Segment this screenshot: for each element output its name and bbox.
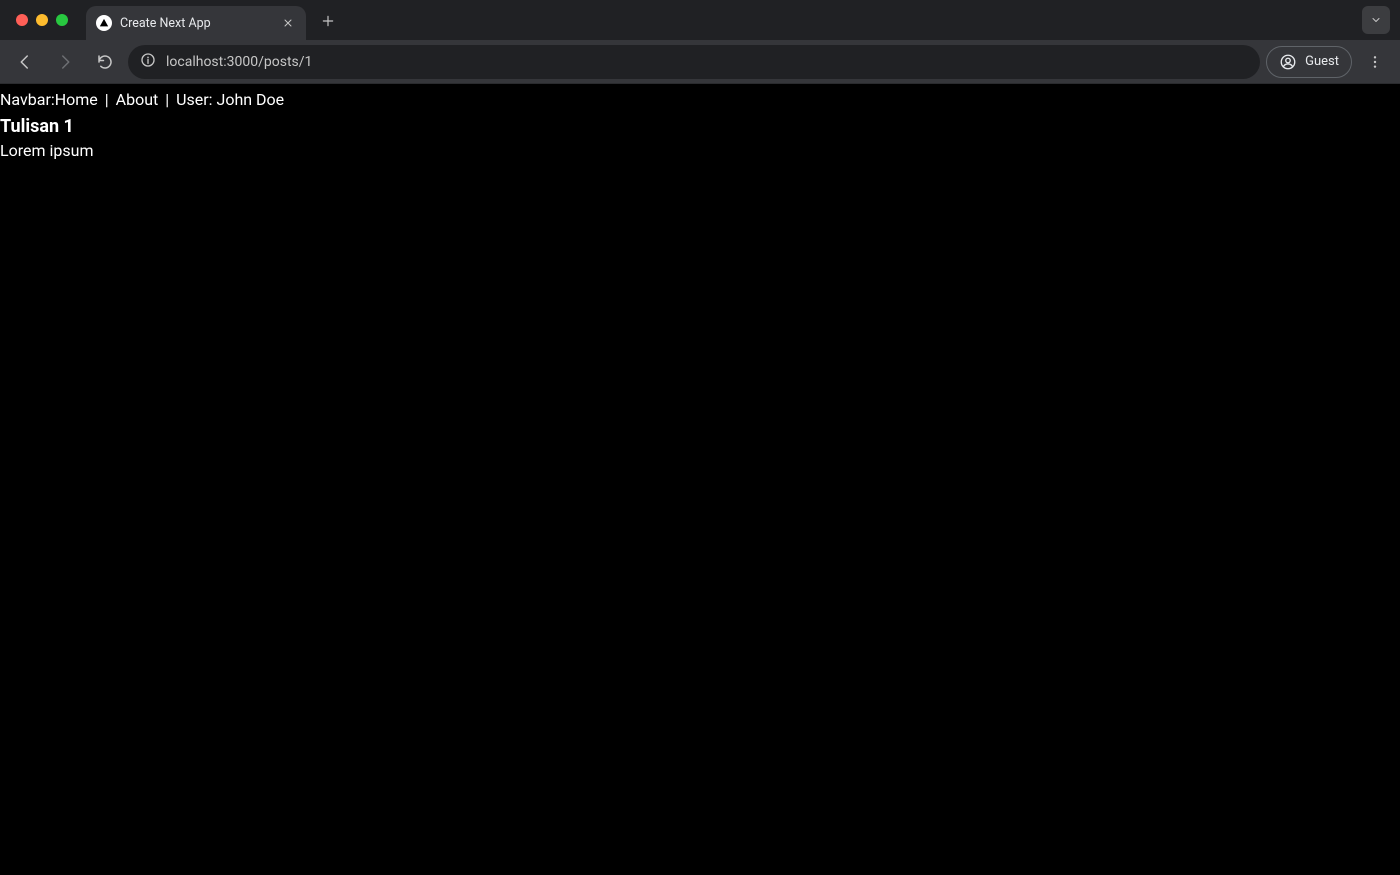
- navbar: Navbar:Home | About | User: John Doe: [0, 84, 1400, 112]
- toolbar: localhost:3000/posts/1 Guest: [0, 40, 1400, 84]
- close-tab-button[interactable]: [280, 15, 296, 31]
- post-title: Tulisan 1: [0, 116, 1400, 137]
- nav-link-home[interactable]: Home: [55, 90, 98, 109]
- plus-icon: [321, 14, 335, 28]
- vercel-icon: [96, 15, 112, 31]
- post-body: Lorem ipsum: [0, 141, 1400, 160]
- window-close-button[interactable]: [16, 14, 28, 26]
- nav-link-about[interactable]: About: [116, 90, 159, 109]
- user-name: John Doe: [216, 90, 284, 109]
- profile-label: Guest: [1305, 54, 1339, 69]
- reload-icon: [96, 53, 114, 71]
- arrow-right-icon: [56, 53, 74, 71]
- close-icon: [282, 17, 294, 29]
- chevron-down-icon: [1370, 14, 1382, 26]
- forward-button[interactable]: [48, 45, 82, 79]
- arrow-left-icon: [16, 53, 34, 71]
- separator: |: [102, 90, 112, 109]
- tab-strip: Create Next App: [0, 0, 1400, 40]
- window-controls: [10, 14, 78, 26]
- separator: |: [162, 90, 172, 109]
- kebab-icon: [1367, 54, 1383, 70]
- back-button[interactable]: [8, 45, 42, 79]
- site-info-icon[interactable]: [140, 52, 156, 72]
- page-viewport: Navbar:Home | About | User: John Doe Tul…: [0, 84, 1400, 875]
- menu-button[interactable]: [1358, 45, 1392, 79]
- tab-title: Create Next App: [120, 16, 280, 31]
- window-minimize-button[interactable]: [36, 14, 48, 26]
- navbar-prefix: Navbar:: [0, 90, 55, 109]
- info-icon: [140, 52, 156, 68]
- profile-button[interactable]: Guest: [1266, 46, 1352, 78]
- user-label: User:: [176, 90, 212, 109]
- reload-button[interactable]: [88, 45, 122, 79]
- browser-tab[interactable]: Create Next App: [86, 6, 306, 40]
- tabs-dropdown-button[interactable]: [1362, 6, 1390, 34]
- address-bar[interactable]: localhost:3000/posts/1: [128, 45, 1260, 79]
- new-tab-button[interactable]: [314, 7, 342, 35]
- profile-icon: [1279, 53, 1297, 71]
- window-maximize-button[interactable]: [56, 14, 68, 26]
- url-text: localhost:3000/posts/1: [166, 54, 312, 70]
